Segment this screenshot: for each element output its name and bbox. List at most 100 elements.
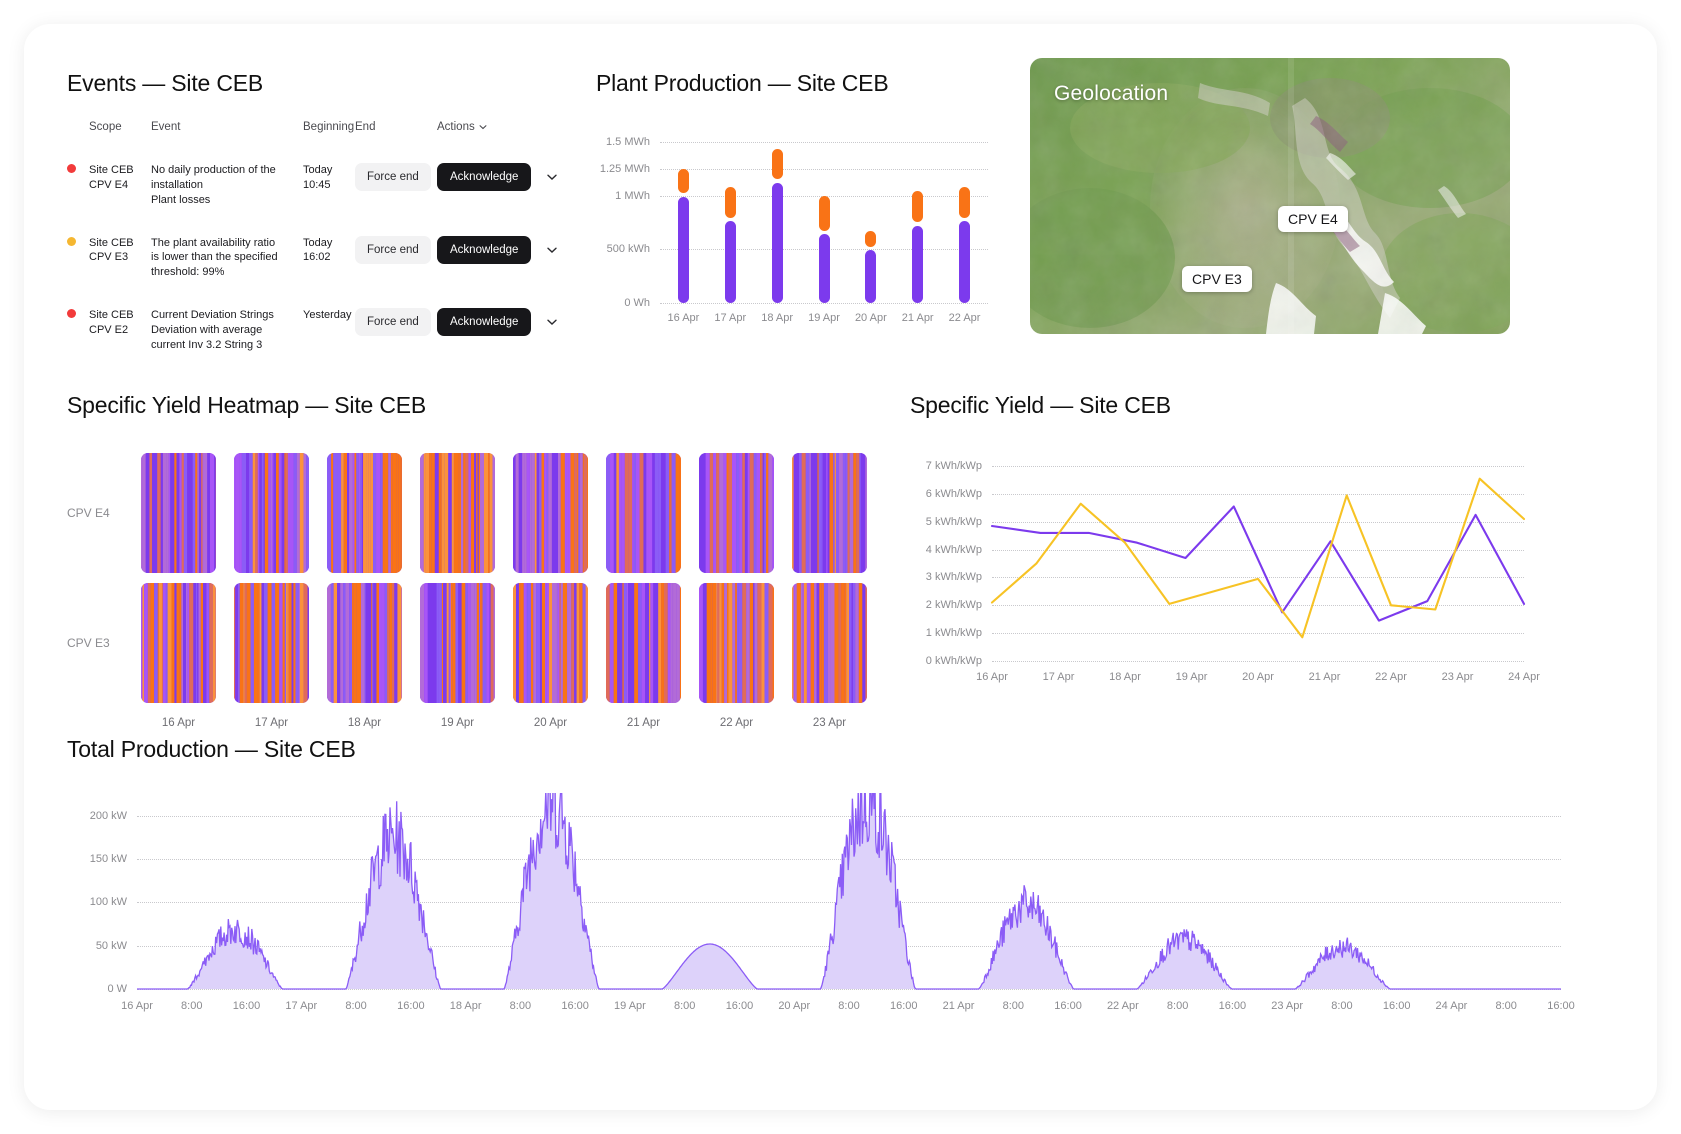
actions-cell: Acknowledge	[437, 149, 607, 222]
bar-upper	[677, 168, 689, 194]
table-row[interactable]: Site CEB CPV E3 The plant availability rat…	[67, 222, 607, 295]
x-axis-tick: 16 Apr	[667, 312, 700, 324]
bar-lower	[959, 221, 971, 303]
x-axis-tick: 21 Apr	[901, 312, 934, 324]
heatmap-cell[interactable]	[141, 453, 216, 573]
severity-cell	[67, 149, 89, 222]
row-top: Events — Site CEB Scope Event Beginning End…	[24, 24, 1657, 354]
heatmap-cell[interactable]	[792, 453, 867, 573]
heatmap-cell[interactable]	[513, 453, 588, 573]
plant-production-card: Plant Production — Site CEB 1.5 MWh 1.25 …	[596, 70, 1016, 333]
bar-upper	[912, 191, 924, 223]
actions-cell: Acknowledge	[437, 222, 607, 295]
x-axis-tick: 16:00	[397, 1000, 425, 1012]
geolocation-map[interactable]: Geolocation CPV E4 CPV E3	[1030, 58, 1510, 334]
acknowledge-button[interactable]: Acknowledge	[437, 235, 532, 264]
heatmap-cell[interactable]	[606, 453, 681, 573]
acknowledge-button[interactable]: Acknowledge	[437, 163, 532, 191]
chevron-down-icon[interactable]	[545, 243, 559, 257]
events-col-beginning: Beginning	[303, 121, 355, 133]
bar-upper	[865, 230, 877, 248]
heatmap-column-label: 20 Apr	[533, 717, 568, 729]
event-cell: The plant availability ratio is lower tha…	[151, 236, 278, 279]
force-end-button[interactable]: Force end	[355, 235, 431, 264]
events-col-scope: Scope	[89, 121, 122, 133]
event-cell: No daily production of the installation Pl…	[151, 164, 276, 206]
x-axis-tick: 22 Apr	[948, 312, 981, 324]
acknowledge-button[interactable]: Acknowledge	[437, 308, 532, 337]
heatmap-grid: CPV E4 CPV E3 16 Apr 17 Apr 18 Apr 19 Apr 20 A…	[67, 449, 907, 739]
heatmap-cell[interactable]	[141, 583, 216, 703]
y-axis-tick: 1.5 MWh	[605, 135, 650, 148]
x-axis-tick: 8:00	[1331, 1000, 1353, 1012]
x-axis-tick: 16:00	[1382, 1000, 1411, 1012]
specific-yield-card: Specific Yield — Site CEB 7 kWh/kWp 6 kWh…	[910, 392, 1610, 695]
heatmap-cell[interactable]	[420, 453, 495, 573]
heatmap-cell[interactable]	[606, 583, 681, 703]
x-axis-tick: 8:00	[345, 1000, 367, 1012]
x-axis-tick: 24 Apr	[1508, 671, 1540, 683]
heatmap-stripes	[699, 583, 774, 703]
map-pin-cpv-e3[interactable]: CPV E3	[1182, 266, 1252, 292]
heatmap-cell[interactable]	[420, 583, 495, 703]
x-axis-tick: 16:00	[890, 1000, 918, 1012]
gridline	[660, 168, 988, 170]
severity-cell	[67, 294, 89, 367]
beginning-cell: Yesterday	[303, 309, 352, 322]
area-fill	[137, 793, 1561, 989]
x-axis-tick: 16:00	[1218, 1000, 1247, 1012]
dashboard-page: Events — Site CEB Scope Event Beginning End…	[24, 24, 1657, 1110]
heatmap-stripes	[606, 583, 681, 703]
x-axis-tick: 19 Apr	[1175, 671, 1208, 683]
x-axis-tick: 19 Apr	[808, 312, 840, 324]
bar-lower	[677, 196, 689, 303]
bar-upper	[724, 186, 736, 219]
events-card: Events — Site CEB Scope Event Beginning End…	[67, 70, 607, 367]
x-axis-tick: 19 Apr	[614, 1000, 646, 1012]
plant-production-title: Plant Production — Site CEB	[596, 70, 889, 96]
heatmap-cell[interactable]	[699, 453, 774, 573]
y-axis-tick: 500 kWh	[606, 243, 650, 256]
heatmap-stripes	[327, 453, 402, 573]
force-end-button[interactable]: Force end	[355, 163, 431, 191]
chevron-down-icon[interactable]	[545, 315, 559, 329]
heatmap-column-label: 17 Apr	[254, 717, 289, 729]
y-axis-tick: 1.25 MWh	[599, 162, 650, 175]
chevron-down-icon[interactable]	[478, 122, 488, 135]
heatmap-stripes	[513, 453, 588, 573]
specific-yield-lines	[990, 477, 1526, 639]
plant-production-chart: 1.5 MWh 1.25 MWh 1 MWh 500 kWh 0 Wh 16 Apr 17 …	[596, 123, 996, 333]
table-row[interactable]: Site CEB CPV E2 Current Deviation Strings D…	[67, 294, 607, 367]
x-axis-tick: 20 Apr	[1242, 671, 1274, 683]
heatmap-cell[interactable]	[792, 583, 867, 703]
events-col-actions[interactable]: Actions	[437, 121, 607, 149]
heatmap-stripes	[420, 583, 495, 703]
chevron-down-icon[interactable]	[545, 170, 559, 184]
y-axis-tick: 0 Wh	[624, 297, 650, 309]
heatmap-row-label: CPV E3	[67, 636, 110, 650]
heatmap-cell[interactable]	[327, 583, 402, 703]
x-axis-tick: 8:00	[838, 1000, 860, 1012]
events-col-severity	[67, 121, 89, 149]
scope-cell: Site CEB CPV E2	[89, 309, 134, 336]
heatmap-column-label: 22 Apr	[719, 717, 754, 729]
x-axis-tick: 18 Apr	[761, 312, 794, 324]
beginning-cell: Today 16:02	[303, 236, 333, 264]
x-axis-tick: 23 Apr	[1271, 1000, 1304, 1012]
events-header-row: Scope Event Beginning End Actions	[67, 121, 607, 149]
bar-lower	[771, 182, 783, 303]
heatmap-cell[interactable]	[327, 453, 402, 573]
heatmap-cell[interactable]	[699, 583, 774, 703]
heatmap-cell[interactable]	[234, 583, 309, 703]
table-row[interactable]: Site CEB CPV E4 No daily production of the…	[67, 149, 607, 222]
events-col-event: Event	[151, 121, 181, 133]
force-end-button[interactable]: Force end	[355, 308, 431, 337]
status-badge	[67, 236, 76, 246]
heatmap-cell[interactable]	[513, 583, 588, 703]
heatmap-row-label: CPV E4	[67, 506, 110, 520]
heatmap-cell[interactable]	[234, 453, 309, 573]
x-axis-tick: 21 Apr	[942, 1000, 975, 1012]
map-pin-cpv-e4[interactable]: CPV E4	[1278, 206, 1348, 232]
gridline	[660, 141, 988, 143]
bar-upper	[818, 195, 830, 231]
